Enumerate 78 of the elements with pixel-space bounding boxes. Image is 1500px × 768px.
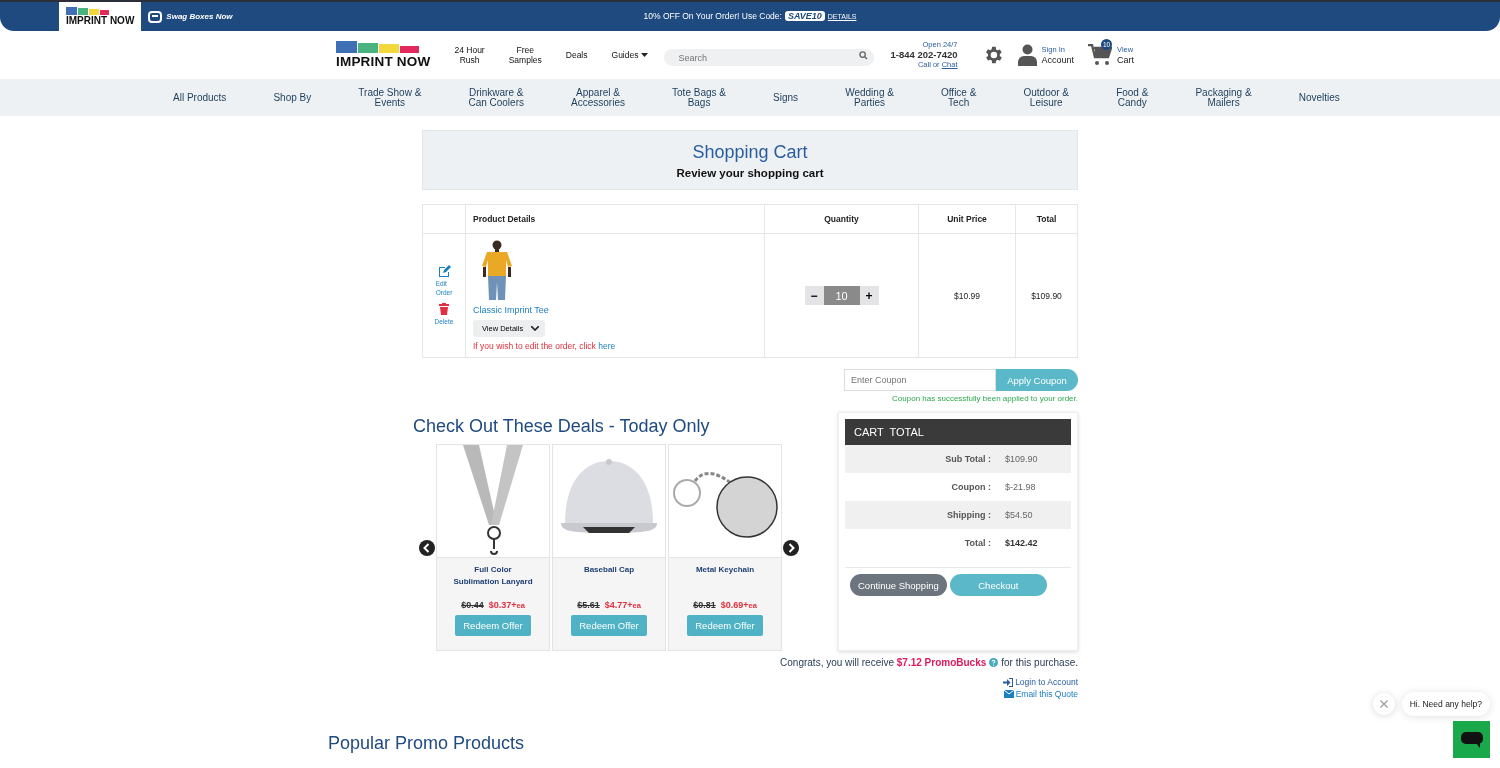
site-tab[interactable]: IMPRINT NOW	[59, 2, 142, 31]
envelope-icon[interactable]	[1003, 690, 1014, 698]
coupon-success-message: Coupon has successfully been applied to your order.	[892, 394, 1078, 403]
old-price: $0.81	[693, 600, 716, 610]
nav-link[interactable]: Shop By	[273, 92, 312, 103]
column-header: Quantity	[824, 214, 859, 224]
deals-title: Check Out These Deals - Today Only	[413, 416, 711, 437]
chat-button[interactable]	[1453, 721, 1490, 758]
guides-menu[interactable]: Guides	[611, 50, 649, 60]
page-title: Shopping Cart	[692, 141, 808, 163]
nav-link[interactable]: Wedding & Parties	[845, 87, 894, 108]
column-header: Unit Price	[947, 214, 987, 224]
page-subtitle: Review your shopping cart	[676, 166, 824, 179]
caret-icon[interactable]	[641, 53, 649, 57]
nav-link[interactable]: Novelties	[1298, 92, 1340, 103]
nav-link[interactable]: Tote Bags & Bags	[672, 87, 726, 108]
section-title: Popular Promo Products	[328, 733, 526, 754]
line-total: $109.90	[1031, 290, 1062, 301]
account-action-link[interactable]: Email this Quote	[1003, 689, 1078, 699]
search-icon[interactable]	[859, 50, 869, 60]
header-link[interactable]: Deals	[565, 50, 588, 60]
total-label: Total :	[963, 538, 991, 548]
account-link[interactable]: Account	[1041, 55, 1075, 66]
product-name-link[interactable]: Classic Imprint Tee	[473, 305, 549, 315]
logo-bars-icon	[66, 7, 110, 15]
nav-link[interactable]: Apparel & Accessories	[571, 87, 625, 108]
deal-name[interactable]: Metal Keychain	[695, 564, 755, 597]
continue-shopping-button[interactable]: Continue Shopping	[850, 574, 947, 596]
logo-bars-icon	[336, 41, 420, 53]
cart-link[interactable]: Cart	[1117, 55, 1135, 66]
total-label: Coupon :	[950, 482, 991, 492]
site-tab[interactable]: Swag Boxes Now	[141, 2, 240, 31]
unit-price: $10.99	[954, 290, 980, 301]
column-header: Product Details	[473, 214, 536, 224]
chevron-down-icon[interactable]	[531, 326, 540, 331]
total-value: $54.50	[1005, 510, 1033, 520]
nav-link[interactable]: Outdoor & Leisure	[1023, 87, 1070, 108]
deal-name[interactable]: Full Color Sublimation Lanyard	[453, 564, 533, 597]
total-label: Sub Total :	[944, 454, 991, 464]
nav-link[interactable]: Office & Tech	[941, 87, 977, 108]
edit-note: If you wish to edit the order, click here	[473, 341, 617, 351]
promo-text: 10% OFF On Your Order! Use Code:	[643, 11, 782, 21]
help-icon[interactable]	[989, 658, 999, 667]
total-value: $-21.98	[1005, 482, 1036, 492]
old-price: $5.61	[577, 600, 600, 610]
nav-link[interactable]: Food & Candy	[1116, 87, 1149, 108]
account-action-link[interactable]: Login to Account	[1003, 677, 1078, 687]
nav-link[interactable]: Drinkware & Can Coolers	[468, 87, 524, 108]
search-field[interactable]: Search	[664, 49, 875, 66]
header-link[interactable]: 24 Hour Rush	[454, 45, 485, 65]
old-price: $0.44	[461, 600, 484, 610]
chat-greeting[interactable]: Hi. Need any help?	[1401, 692, 1490, 716]
trash-icon[interactable]	[439, 303, 449, 315]
column-header: Total	[1036, 214, 1057, 224]
chat-bubble-icon[interactable]	[1460, 731, 1483, 748]
coupon-field[interactable]: Enter Coupon	[844, 369, 996, 391]
here-link[interactable]: here	[598, 341, 616, 351]
total-value: $142.42	[1005, 538, 1038, 548]
sign-in-icon[interactable]	[1003, 677, 1014, 687]
nav-link[interactable]: Signs	[773, 92, 799, 103]
total-value: $109.90	[1005, 454, 1038, 464]
logo-text[interactable]: IMPRINT NOW	[336, 54, 431, 69]
promobucks-message: Congrats, you will receive $7.12 PromoBucks	[780, 657, 987, 668]
nav-link[interactable]: Packaging & Mailers	[1195, 87, 1252, 108]
total-label: Shipping :	[946, 510, 991, 520]
person-icon[interactable]	[1017, 44, 1037, 66]
promo-code: SAVE10	[784, 11, 825, 21]
deal-name[interactable]: Baseball Cap	[583, 564, 635, 597]
nav-link[interactable]: Trade Show & Events	[358, 87, 422, 108]
nav-link[interactable]: All Products	[173, 92, 227, 103]
cart-icon[interactable]	[1088, 44, 1113, 66]
phone-number[interactable]: 1-844 202-7420	[890, 50, 958, 60]
box-icon	[148, 10, 163, 23]
purchase-note: for this purchase.	[1001, 657, 1078, 668]
decrease-button[interactable]: −	[804, 286, 824, 305]
header-link[interactable]: Free Samples	[508, 45, 542, 65]
edit-icon[interactable]	[437, 265, 451, 277]
cart-total-header: CART TOTAL	[845, 419, 1071, 445]
